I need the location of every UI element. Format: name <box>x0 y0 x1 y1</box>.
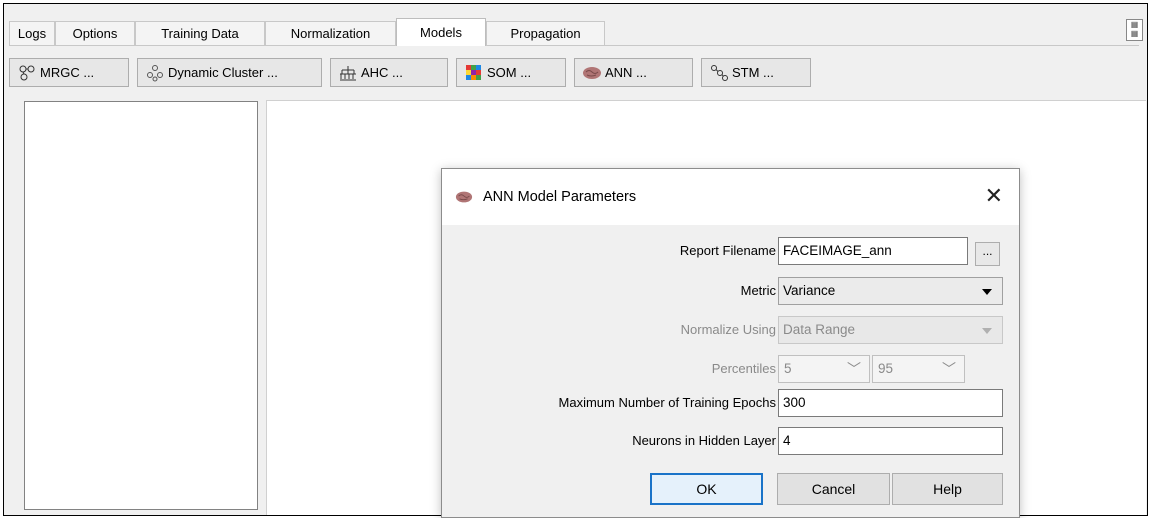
tab-normalization[interactable]: Normalization <box>265 21 396 45</box>
tab-bar: Logs Options Training Data Normalization… <box>9 18 1139 46</box>
percentiles-row: Percentiles 5 ﹀ 95 ﹀ <box>442 355 1019 383</box>
tab-training-data[interactable]: Training Data <box>135 21 265 45</box>
mrgc-button-label: MRGC ... <box>40 65 95 80</box>
model-list-panel[interactable] <box>24 101 258 510</box>
network-icon <box>17 63 37 83</box>
help-button[interactable]: Help <box>892 473 1003 505</box>
close-icon[interactable]: ✕ <box>985 183 1003 209</box>
browse-button[interactable]: ... <box>975 242 1000 266</box>
neurons-row: Neurons in Hidden Layer 4 <box>442 427 1019 455</box>
metric-label: Metric <box>740 283 776 298</box>
normalize-row: Normalize Using Data Range <box>442 316 1019 344</box>
ahc-button-label: AHC ... <box>361 65 403 80</box>
grid-map-icon <box>464 63 484 83</box>
dynamic-cluster-button[interactable]: Dynamic Cluster ... <box>137 58 322 87</box>
brain-icon <box>455 189 473 205</box>
percentiles-label: Percentiles <box>711 361 776 376</box>
epochs-input[interactable]: 300 <box>778 389 1003 417</box>
ahc-button[interactable]: AHC ... <box>330 58 448 87</box>
som-button[interactable]: SOM ... <box>456 58 566 87</box>
dialog-title: ANN Model Parameters <box>483 189 637 205</box>
ann-parameters-dialog: ANN Model Parameters ✕ Report Filename F… <box>441 168 1020 518</box>
chevron-down-icon: ﹀ <box>847 361 861 377</box>
tab-propagation[interactable]: Propagation <box>486 21 605 45</box>
cluster-icon <box>145 63 165 83</box>
metric-row: Metric Variance <box>442 277 1019 305</box>
metric-value: Variance <box>783 283 836 298</box>
stm-button[interactable]: STM ... <box>701 58 811 87</box>
metric-select[interactable]: Variance <box>778 277 1003 305</box>
cancel-button[interactable]: Cancel <box>777 473 890 505</box>
layout-toggle-icon[interactable]: ▦ ▦ <box>1126 19 1143 41</box>
neurons-input[interactable]: 4 <box>778 427 1003 455</box>
report-filename-input[interactable]: FACEIMAGE_ann <box>778 237 968 265</box>
tab-models[interactable]: Models <box>396 18 486 46</box>
report-filename-row: Report Filename FACEIMAGE_ann ... <box>442 237 1019 266</box>
normalize-value: Data Range <box>783 322 856 337</box>
dialog-title-bar: ANN Model Parameters ✕ <box>442 169 1019 225</box>
epochs-row: Maximum Number of Training Epochs 300 <box>442 389 1019 417</box>
normalize-select: Data Range <box>778 316 1003 344</box>
dynamic-cluster-button-label: Dynamic Cluster ... <box>168 65 278 80</box>
report-filename-label: Report Filename <box>679 243 776 258</box>
epochs-label: Maximum Number of Training Epochs <box>558 395 776 410</box>
chevron-down-icon <box>982 328 992 334</box>
mrgc-button[interactable]: MRGC ... <box>9 58 129 87</box>
chevron-down-icon <box>982 289 992 295</box>
tab-options[interactable]: Options <box>55 21 135 45</box>
ok-button[interactable]: OK <box>650 473 763 505</box>
som-button-label: SOM ... <box>487 65 532 80</box>
model-toolbar: MRGC ... Dynamic Cluster ... AHC ... SOM <box>9 52 1145 92</box>
percentile-high-value: 95 <box>878 361 894 376</box>
percentile-low-value: 5 <box>784 361 792 376</box>
neurons-label: Neurons in Hidden Layer <box>632 433 776 448</box>
nodes-icon <box>709 63 729 83</box>
percentile-high-select: 95 ﹀ <box>872 355 965 383</box>
stm-button-label: STM ... <box>732 65 774 80</box>
tab-baseline <box>9 45 1139 46</box>
normalize-label: Normalize Using <box>680 322 776 337</box>
tab-logs[interactable]: Logs <box>9 21 55 45</box>
ann-button[interactable]: ANN ... <box>574 58 693 87</box>
ann-button-label: ANN ... <box>605 65 647 80</box>
percentile-low-select: 5 ﹀ <box>778 355 870 383</box>
hierarchy-icon <box>338 63 358 83</box>
brain-icon <box>582 63 602 83</box>
chevron-down-icon: ﹀ <box>942 361 956 377</box>
